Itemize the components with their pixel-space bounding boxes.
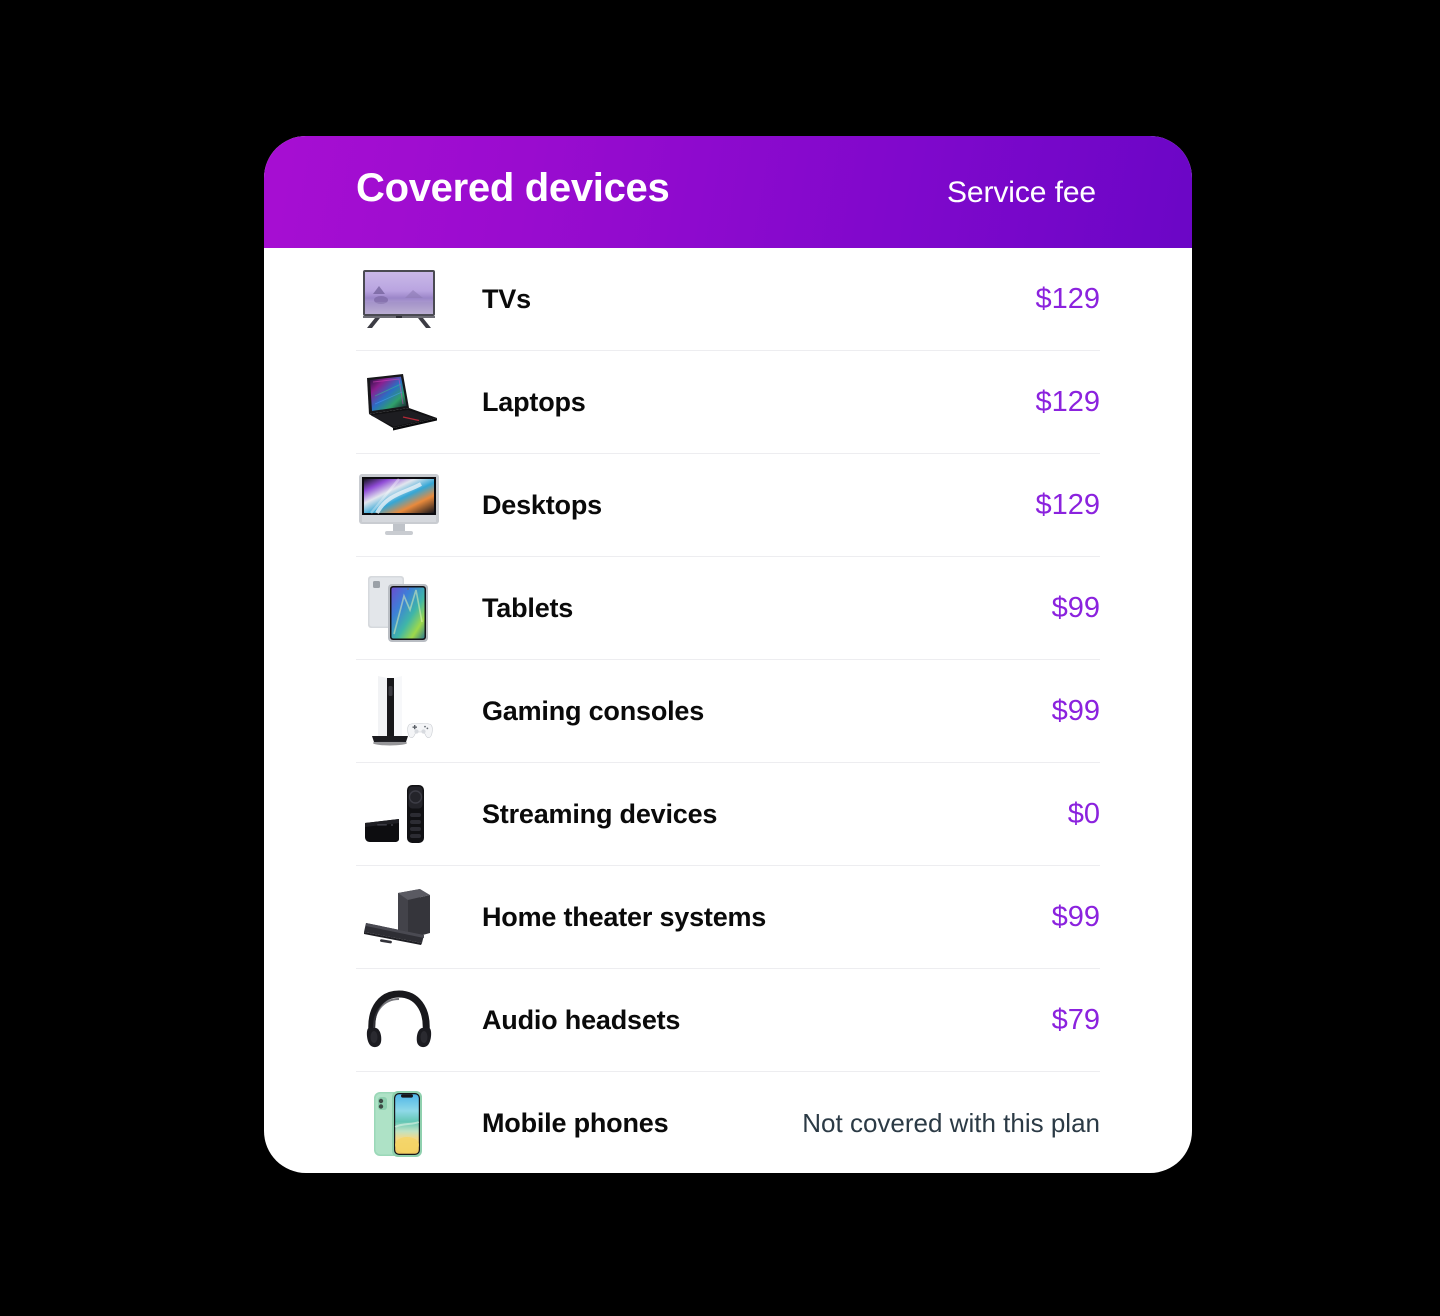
service-fee-value: $129 [1035, 488, 1100, 521]
device-list: TVs $129 Laptops $129 Desktops $129 Tabl… [264, 248, 1192, 1173]
table-row: Audio headsets $79 [356, 969, 1100, 1072]
table-row: Mobile phones Not covered with this plan [356, 1072, 1100, 1173]
service-fee-column-header: Service fee [947, 176, 1096, 209]
device-name: Streaming devices [482, 798, 718, 829]
streaming-device-photo-icon [356, 772, 442, 856]
service-fee-value: $79 [1051, 1003, 1100, 1036]
service-fee-value: $0 [1067, 797, 1100, 830]
device-name: Home theater systems [482, 901, 767, 932]
service-fee-value: $129 [1035, 282, 1100, 315]
page-title: Covered devices [356, 166, 670, 210]
service-fee-value: $129 [1035, 385, 1100, 418]
table-row: Desktops $129 [356, 454, 1100, 557]
device-name: Tablets [482, 592, 574, 623]
table-row: TVs $129 [356, 248, 1100, 351]
service-fee-value: $99 [1051, 900, 1100, 933]
table-row: Laptops $129 [356, 351, 1100, 454]
table-row: Streaming devices $0 [356, 763, 1100, 866]
device-name: TVs [482, 283, 531, 314]
table-row: Tablets $99 [356, 557, 1100, 660]
tablet-photo-icon [356, 566, 442, 650]
coverage-status-text: Not covered with this plan [802, 1108, 1100, 1138]
card-header: Covered devices Service fee [264, 136, 1192, 248]
service-fee-value: $99 [1051, 591, 1100, 624]
device-name: Audio headsets [482, 1004, 681, 1035]
covered-devices-card: Covered devices Service fee TVs $129 Lap… [264, 136, 1192, 1173]
desktop-photo-icon [356, 463, 442, 547]
device-name: Gaming consoles [482, 695, 705, 726]
game-console-photo-icon [356, 669, 442, 753]
device-name: Laptops [482, 386, 586, 417]
service-fee-value: $99 [1051, 694, 1100, 727]
table-row: Gaming consoles $99 [356, 660, 1100, 763]
device-name: Mobile phones [482, 1108, 669, 1138]
table-row: Home theater systems $99 [356, 866, 1100, 969]
laptop-photo-icon [356, 360, 442, 444]
screen: Covered devices Service fee TVs $129 Lap… [0, 0, 1440, 1316]
device-name: Desktops [482, 489, 602, 520]
home-theater-photo-icon [356, 875, 442, 959]
headset-photo-icon [356, 978, 442, 1062]
tv-photo-icon [356, 257, 442, 341]
mobile-phone-photo-icon [356, 1082, 442, 1166]
